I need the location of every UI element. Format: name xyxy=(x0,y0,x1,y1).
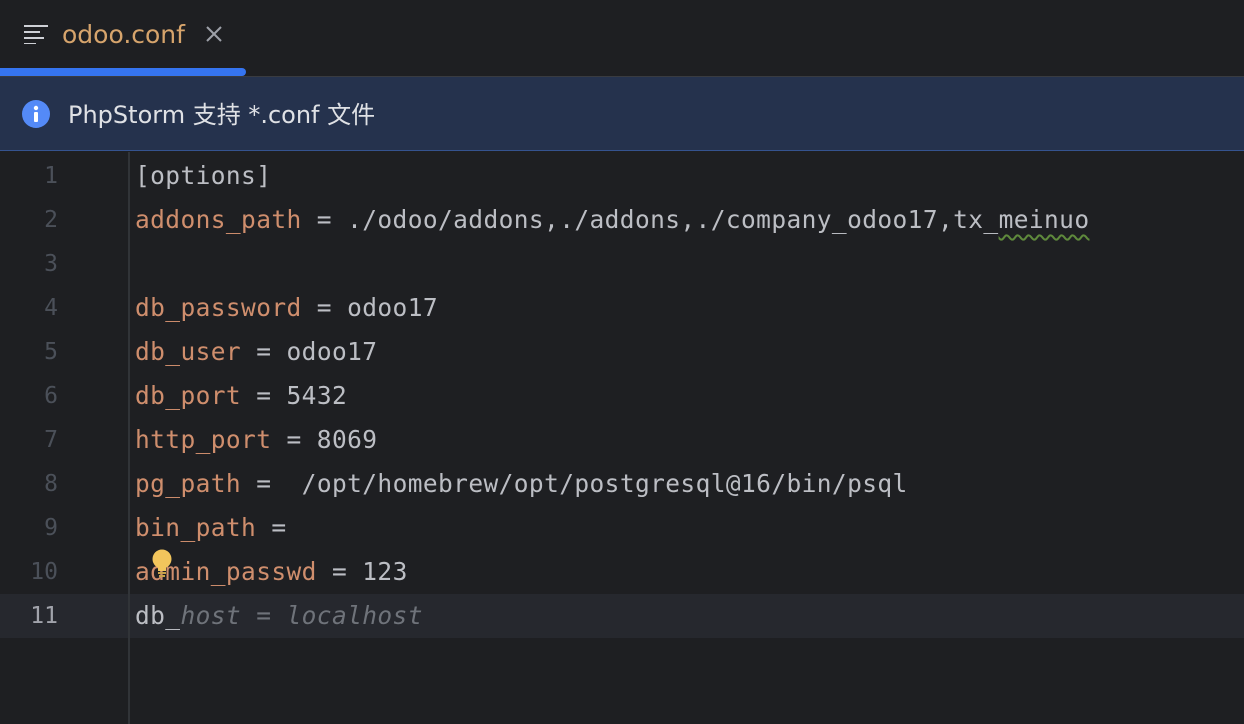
banner-message: PhpStorm 支持 *.conf 文件 xyxy=(68,101,376,129)
code-line[interactable]: 7 http_port = 8069 xyxy=(0,418,1244,462)
code-editor[interactable]: 1 [options] 2 addons_path = ./odoo/addons,.… xyxy=(0,152,1244,724)
config-key: http_port xyxy=(135,425,272,454)
code-line[interactable]: 10 admin_passwd = 123 xyxy=(0,550,1244,594)
code-line[interactable]: 2 addons_path = ./odoo/addons,./addons,./… xyxy=(0,198,1244,242)
info-icon xyxy=(22,100,50,128)
code-line[interactable]: 5 db_user = odoo17 xyxy=(0,330,1244,374)
config-value: = odoo17 xyxy=(241,337,378,366)
line-number: 2 xyxy=(44,207,58,233)
config-value: = ./odoo/addons,./addons,./company_odoo1… xyxy=(301,205,999,234)
structure-lines-icon xyxy=(24,25,48,44)
code-line[interactable]: 11 db_host = localhost xyxy=(0,594,1244,638)
code-line[interactable]: 8 pg_path = /opt/homebrew/opt/postgresql@… xyxy=(0,462,1244,506)
config-value: = /opt/homebrew/opt/postgresql@16/bin/ps… xyxy=(241,469,908,498)
line-number: 3 xyxy=(44,251,58,277)
inline-completion: host = localhost xyxy=(180,601,423,630)
config-value: = 8069 xyxy=(271,425,378,454)
code-text: db_port = 5432 xyxy=(135,374,347,418)
code-line[interactable]: 3 xyxy=(0,242,1244,286)
line-number: 5 xyxy=(44,339,58,365)
gutter-divider xyxy=(128,152,130,724)
config-value: [options] xyxy=(135,161,272,190)
line-number: 1 xyxy=(44,163,58,189)
config-value: = 5432 xyxy=(241,381,348,410)
config-value: meinuo xyxy=(998,205,1090,234)
line-number: 8 xyxy=(44,471,58,497)
config-key: bin_path xyxy=(135,513,257,542)
line-number: 10 xyxy=(30,559,58,585)
code-text: bin_path = xyxy=(135,506,287,550)
config-key: db_user xyxy=(135,337,242,366)
close-icon[interactable] xyxy=(203,23,225,45)
line-number: 7 xyxy=(44,427,58,453)
tab-odoo-conf[interactable]: odoo.conf xyxy=(0,0,246,76)
code-text: db_user = odoo17 xyxy=(135,330,377,374)
line-number: 4 xyxy=(44,295,58,321)
code-line[interactable]: 9 bin_path = xyxy=(0,506,1244,550)
code-line[interactable]: 4 db_password = odoo17 xyxy=(0,286,1244,330)
config-value: = odoo17 xyxy=(301,293,439,322)
lightbulb-icon[interactable] xyxy=(150,549,174,579)
editor-tab-bar: odoo.conf xyxy=(0,0,1244,77)
code-text: db_host = localhost xyxy=(135,594,423,638)
line-number: 11 xyxy=(30,603,58,629)
code-text: pg_path = /opt/homebrew/opt/postgresql@1… xyxy=(135,462,908,506)
code-text: addons_path = ./odoo/addons,./addons,./c… xyxy=(135,198,1089,242)
config-key: db_password xyxy=(135,293,302,322)
active-tab-indicator xyxy=(0,68,246,76)
config-value: = xyxy=(256,513,287,542)
config-key: pg_path xyxy=(135,469,242,498)
code-text: http_port = 8069 xyxy=(135,418,377,462)
code-line[interactable]: 1 [options] xyxy=(0,154,1244,198)
config-key: addons_path xyxy=(135,205,302,234)
code-text: admin_passwd = 123 xyxy=(135,550,408,594)
line-number: 6 xyxy=(44,383,58,409)
config-key: db_port xyxy=(135,381,242,410)
config-value: = 123 xyxy=(316,557,408,586)
code-line[interactable]: 6 db_port = 5432 xyxy=(0,374,1244,418)
code-text: [options] xyxy=(135,154,271,198)
line-number: 9 xyxy=(44,515,58,541)
code-text: db_password = odoo17 xyxy=(135,286,438,330)
tab-title: odoo.conf xyxy=(62,20,185,49)
config-value: db_ xyxy=(135,601,181,630)
